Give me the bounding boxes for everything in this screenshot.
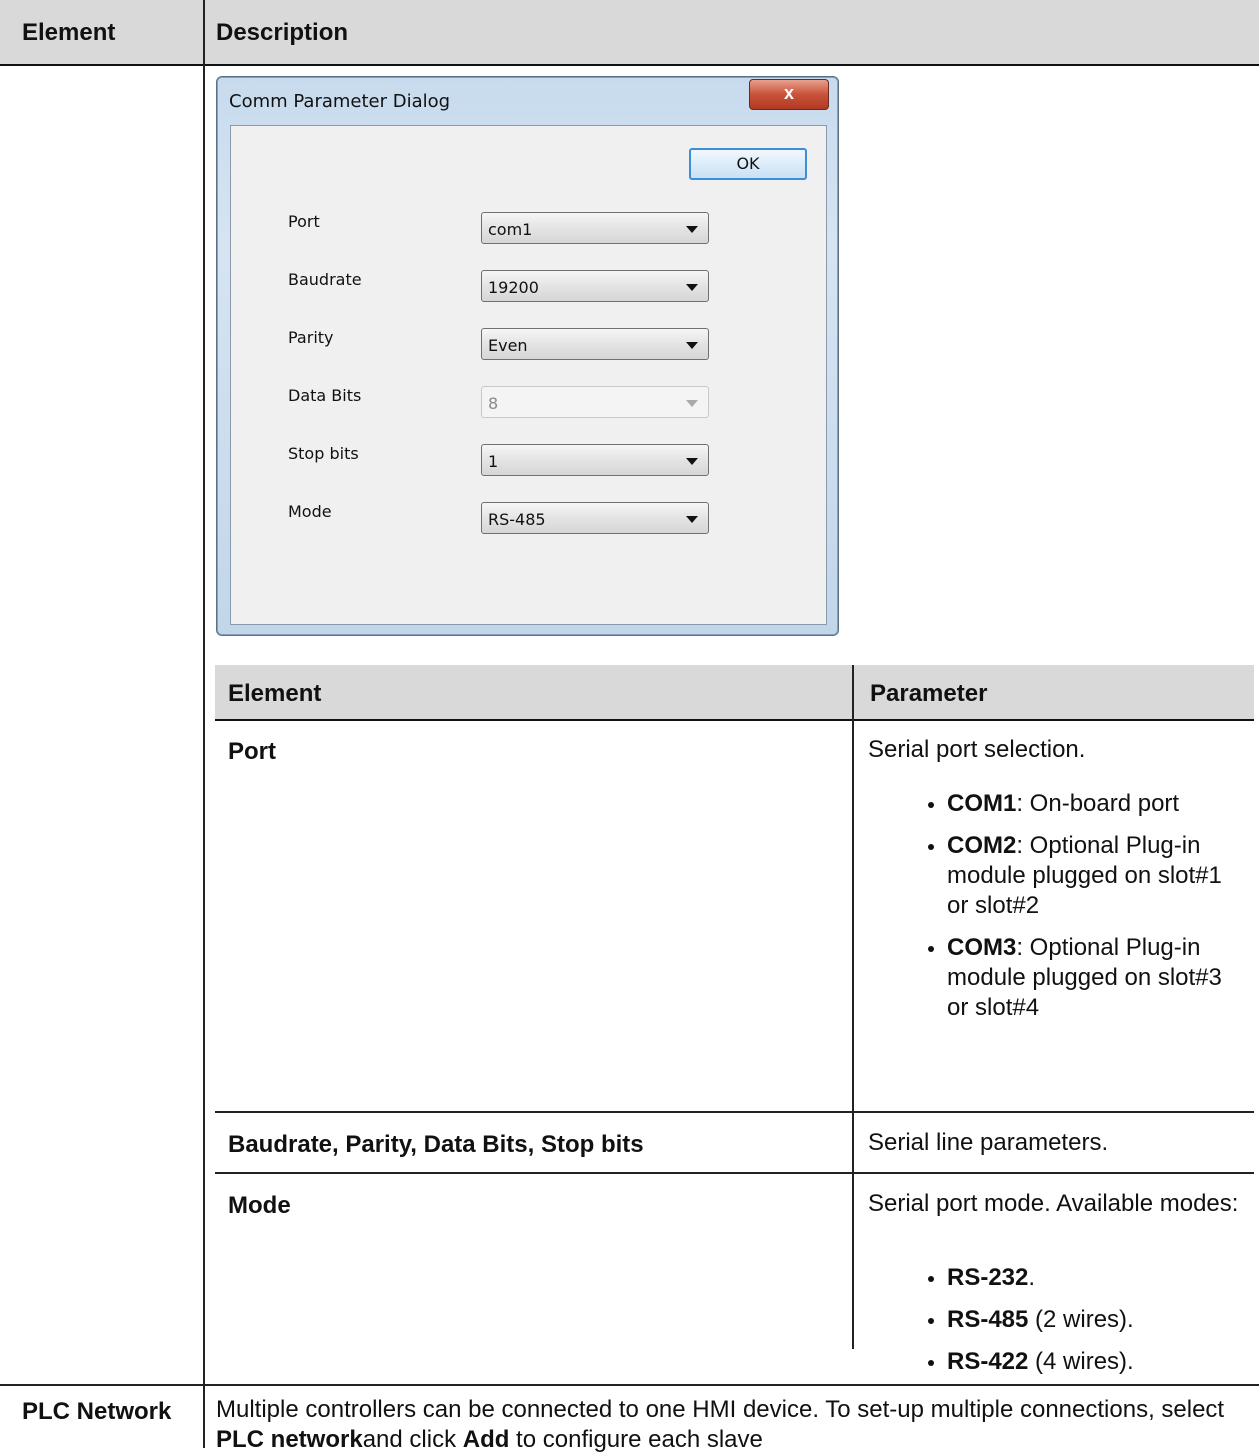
dialog-title: Comm Parameter Dialog xyxy=(229,91,451,112)
row-name-serial-params: Baudrate, Parity, Data Bits, Stop bits xyxy=(228,1131,644,1158)
data-bits-label: Data Bits xyxy=(288,386,362,405)
close-button[interactable]: x xyxy=(749,79,829,110)
stop-bits-value: 1 xyxy=(488,452,499,471)
stop-bits-label: Stop bits xyxy=(288,444,359,463)
mode-select[interactable]: RS-485 xyxy=(481,502,709,534)
list-item: COM1: On-board port xyxy=(868,789,1243,819)
baudrate-value: 19200 xyxy=(488,278,539,297)
serial-params-desc: Serial line parameters. xyxy=(868,1129,1109,1156)
list-item: COM2: Optional Plug-in module plugged on… xyxy=(868,831,1243,921)
chevron-down-icon xyxy=(686,284,698,291)
parity-select[interactable]: Even xyxy=(481,328,709,360)
parity-label: Parity xyxy=(288,328,334,347)
outer-table-header: Element Description xyxy=(0,0,1259,66)
chevron-down-icon xyxy=(686,226,698,233)
comm-parameter-dialog: Comm Parameter Dialog x OK Port com1 Bau… xyxy=(216,76,839,636)
chevron-down-icon xyxy=(686,342,698,349)
outer-header-description: Description xyxy=(216,19,349,46)
dialog-body: OK Port com1 Baudrate 19200 Parity Even … xyxy=(230,125,827,625)
outer-header-element: Element xyxy=(22,19,116,46)
list-item: RS-422 (4 wires). xyxy=(868,1347,1243,1377)
port-value: com1 xyxy=(488,220,533,239)
list-item: RS-485 (2 wires). xyxy=(868,1305,1243,1335)
row-name-plc-network: PLC Network xyxy=(22,1398,172,1425)
data-bits-value: 8 xyxy=(488,394,499,413)
chevron-down-icon xyxy=(686,400,698,407)
chevron-down-icon xyxy=(686,458,698,465)
plc-network-desc: Multiple controllers can be connected to… xyxy=(216,1396,1225,1453)
stop-bits-select[interactable]: 1 xyxy=(481,444,709,476)
mode-value: RS-485 xyxy=(488,510,546,529)
ok-button[interactable]: OK xyxy=(689,148,807,180)
inner-column-divider xyxy=(852,665,854,1349)
list-item: RS-232. xyxy=(868,1263,1243,1293)
baudrate-select[interactable]: 19200 xyxy=(481,270,709,302)
port-label: Port xyxy=(288,212,320,231)
inner-header-element: Element xyxy=(228,680,322,707)
inner-table-header: Element Parameter xyxy=(215,665,1254,721)
mode-label: Mode xyxy=(288,502,332,521)
outer-column-divider xyxy=(203,0,205,1448)
mode-intro: Serial port mode. Available modes: xyxy=(868,1190,1239,1217)
close-icon: x xyxy=(783,83,794,103)
row-divider xyxy=(215,1111,1254,1113)
row-name-mode: Mode xyxy=(228,1192,291,1219)
list-item: COM3: Optional Plug-in module plugged on… xyxy=(868,933,1243,1023)
outer-row-divider xyxy=(0,1384,1259,1386)
port-select[interactable]: com1 xyxy=(481,212,709,244)
data-bits-select: 8 xyxy=(481,386,709,418)
port-options-list: COM1: On-board port COM2: Optional Plug-… xyxy=(868,789,1243,1035)
baudrate-label: Baudrate xyxy=(288,270,362,289)
parity-value: Even xyxy=(488,336,528,355)
inner-header-parameter: Parameter xyxy=(870,680,988,707)
row-name-port: Port xyxy=(228,738,276,765)
port-intro: Serial port selection. xyxy=(868,736,1086,763)
row-divider xyxy=(215,1172,1254,1174)
mode-options-list: RS-232. RS-485 (2 wires). RS-422 (4 wire… xyxy=(868,1263,1243,1389)
chevron-down-icon xyxy=(686,516,698,523)
